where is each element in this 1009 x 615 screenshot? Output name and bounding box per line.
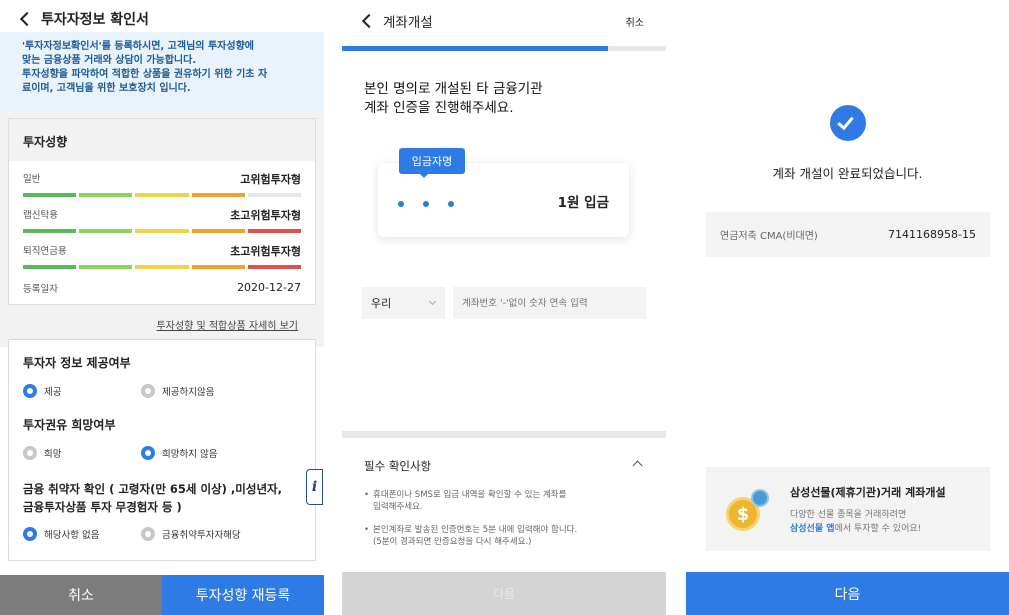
coin-icon: $ (726, 489, 770, 531)
radio-unselected-icon (141, 384, 155, 398)
next-button-disabled[interactable]: 다음 (342, 572, 666, 615)
q1-radio-provide[interactable]: 제공 (23, 384, 61, 398)
risk-bar (23, 193, 302, 197)
page-title: 계좌개설 (383, 15, 433, 31)
promo-title: 삼성선물(제휴기관)거래 계좌개설 (790, 486, 946, 499)
consent-card: 투자자 정보 제공여부 제공 제공하지않음 투자권유 희망여부 희망 희망하지 … (8, 339, 316, 561)
notice-title[interactable]: 필수 확인사항 (364, 458, 431, 474)
radio-label: 희망 (44, 449, 62, 460)
deposit-card: 1원 입금 (378, 163, 629, 237)
chevron-down-icon (428, 297, 437, 306)
radio-selected-icon (23, 384, 37, 398)
profile-row-wrap: 랩신탁용 초고위험투자형 (23, 207, 302, 233)
account-info: 연금저축 CMA(비대면) 7141168958-15 (706, 212, 990, 257)
cancel-link[interactable]: 취소 (626, 14, 644, 29)
q2-radio-not-want[interactable]: 희망하지 않음 (141, 446, 217, 460)
reregister-button[interactable]: 투자성향 재등록 (162, 575, 324, 615)
account-complete-panel: 계좌 개설이 완료되었습니다. 연금저축 CMA(비대면) 7141168958… (686, 0, 1009, 615)
account-type: 연금저축 CMA(비대면) (720, 231, 818, 242)
radio-label: 제공 (44, 387, 62, 398)
deposit-amount: 1원 입금 (557, 195, 609, 211)
progress-track (342, 46, 666, 51)
radio-label: 금융취약투자자해당 (162, 530, 241, 541)
radio-label: 해당사항 없음 (44, 530, 100, 541)
q2-title: 투자권유 희망여부 (23, 418, 116, 432)
reg-date: 2020-12-27 (237, 281, 301, 294)
radio-label: 희망하지 않음 (162, 449, 218, 460)
info-icon[interactable]: i (306, 469, 323, 505)
notice-item: • 본인계좌로 발송된 인증번호는 5분 내에 입력해야 합니다. (5분이 경과되… (364, 525, 578, 547)
q2-radio-want[interactable]: 희망 (23, 446, 61, 460)
notice-list: • 휴대폰이나 SMS로 입금 내역을 확인할 수 있는 계좌를 입력해주세요. •… (364, 489, 654, 548)
q3-radio-none[interactable]: 해당사항 없음 (23, 527, 99, 541)
info-line: 맞는 금융상품 거래와 상담이 가능합니다. (22, 55, 197, 66)
profile-row-pension: 퇴직연금용 초고위험투자형 (23, 243, 302, 269)
notice-line: 입력해주세요. (373, 502, 423, 512)
bank-value: 우리 (371, 297, 392, 310)
promo-app-link[interactable]: 삼성선물 앱 (790, 524, 835, 534)
promo-desc: 다양한 선물 종목을 거래하려면 삼성선물 앱에서 투자할 수 있어요! (790, 508, 921, 536)
radio-label: 제공하지않음 (162, 387, 215, 398)
q3-line: 금융 취약자 확인 ( 고령자(만 65세 이상) ,미성년자, (23, 482, 282, 496)
completion-message: 계좌 개설이 완료되었습니다. (772, 166, 923, 181)
account-open-panel: 계좌개설 취소 본인 명의로 개설된 타 금융기관 계좌 인증을 진행해주세요.… (342, 0, 666, 615)
q3-title: 금융 취약자 확인 ( 고령자(만 65세 이상) ,미성년자, 금융투자상품 … (23, 480, 282, 516)
row-value: 초고위험투자형 (230, 209, 301, 222)
promo-line: 다양한 선물 종목을 거래하려면 (790, 510, 907, 520)
bank-select[interactable]: 우리 (362, 287, 445, 319)
q1-radio-not-provide[interactable]: 제공하지않음 (141, 384, 214, 398)
q3-radio-vulnerable[interactable]: 금융취약투자자해당 (141, 527, 241, 541)
radio-selected-icon (141, 446, 155, 460)
cancel-button[interactable]: 취소 (0, 575, 162, 615)
back-icon[interactable] (19, 11, 35, 27)
row-value: 초고위험투자형 (230, 245, 301, 258)
row-value: 고위험투자형 (240, 173, 301, 186)
info-line: 투자성향을 파악하여 적합한 상품을 권유하기 위한 기초 자 (22, 69, 268, 80)
risk-bar (23, 265, 302, 269)
notice-line: (5분이 경과되면 인증요청을 다시 해주세요.) (373, 537, 532, 547)
radio-unselected-icon (141, 527, 155, 541)
heading-line: 본인 명의로 개설된 타 금융기관 (364, 81, 543, 97)
row-label: 퇴직연금용 (23, 246, 67, 257)
notice-line: 휴대폰이나 SMS로 입금 내역을 확인할 수 있는 계좌를 (373, 490, 567, 500)
promo-banner[interactable]: $ 삼성선물(제휴기관)거래 계좌개설 다양한 선물 종목을 거래하려면 삼성선… (706, 467, 990, 551)
chevron-up-icon[interactable] (632, 460, 643, 471)
q3-line: 금융투자상품 투자 무경험자 등 ) (23, 500, 182, 514)
check-icon (830, 105, 866, 141)
info-line: '투자자정보확인서'를 등록하시면, 고객님의 투자성향에 (22, 41, 254, 52)
heading-line: 계좌 인증을 진행해주세요. (364, 100, 514, 116)
account-number: 7141168958-15 (888, 228, 976, 241)
reg-label: 등록일자 (23, 284, 58, 295)
page-title: 투자자정보 확인서 (41, 12, 149, 28)
profile-card: 투자성향 일반 고위험투자형 랩신탁용 초고위험투자형 퇴직연금용 초고위험투자형 등… (8, 118, 316, 305)
radio-selected-icon (23, 527, 37, 541)
investor-info-panel: 투자자정보 확인서 '투자자정보확인서'를 등록하시면, 고객님의 투자성향에 … (0, 0, 324, 615)
account-number-input[interactable] (453, 287, 646, 319)
back-icon[interactable] (361, 13, 377, 29)
divider (342, 431, 666, 438)
instruction-heading: 본인 명의로 개설된 타 금융기관 계좌 인증을 진행해주세요. (364, 80, 543, 118)
q1-title: 투자자 정보 제공여부 (23, 356, 131, 370)
promo-line: 에서 투자할 수 있어요! (834, 524, 922, 534)
row-label: 랩신탁용 (23, 210, 58, 221)
radio-unselected-icon (23, 446, 37, 460)
progress-fill (342, 46, 608, 51)
info-notice: '투자자정보확인서'를 등록하시면, 고객님의 투자성향에 맞는 금융상품 거래… (0, 32, 324, 111)
notice-item: • 휴대폰이나 SMS로 입금 내역을 확인할 수 있는 계좌를 입력해주세요. (364, 490, 567, 512)
row-label: 일반 (23, 174, 41, 185)
masked-name (398, 201, 454, 207)
notice-line: 본인계좌로 발송된 인증번호는 5분 내에 입력해야 합니다. (373, 525, 578, 535)
risk-bar (23, 229, 302, 233)
depositor-tooltip: 입금자명 (399, 148, 465, 174)
registration-row: 등록일자 2020-12-27 (23, 281, 301, 295)
next-button[interactable]: 다음 (686, 572, 1009, 615)
detail-link[interactable]: 투자성향 및 적합상품 자세히 보기 (156, 317, 298, 332)
info-line: 료이며, 고객님을 위한 보호장치 입니다. (22, 83, 191, 94)
profile-row-general: 일반 고위험투자형 (23, 171, 302, 197)
tooltip-arrow (418, 172, 430, 178)
profile-title: 투자성향 (9, 119, 315, 161)
header: 계좌개설 취소 (342, 0, 666, 42)
